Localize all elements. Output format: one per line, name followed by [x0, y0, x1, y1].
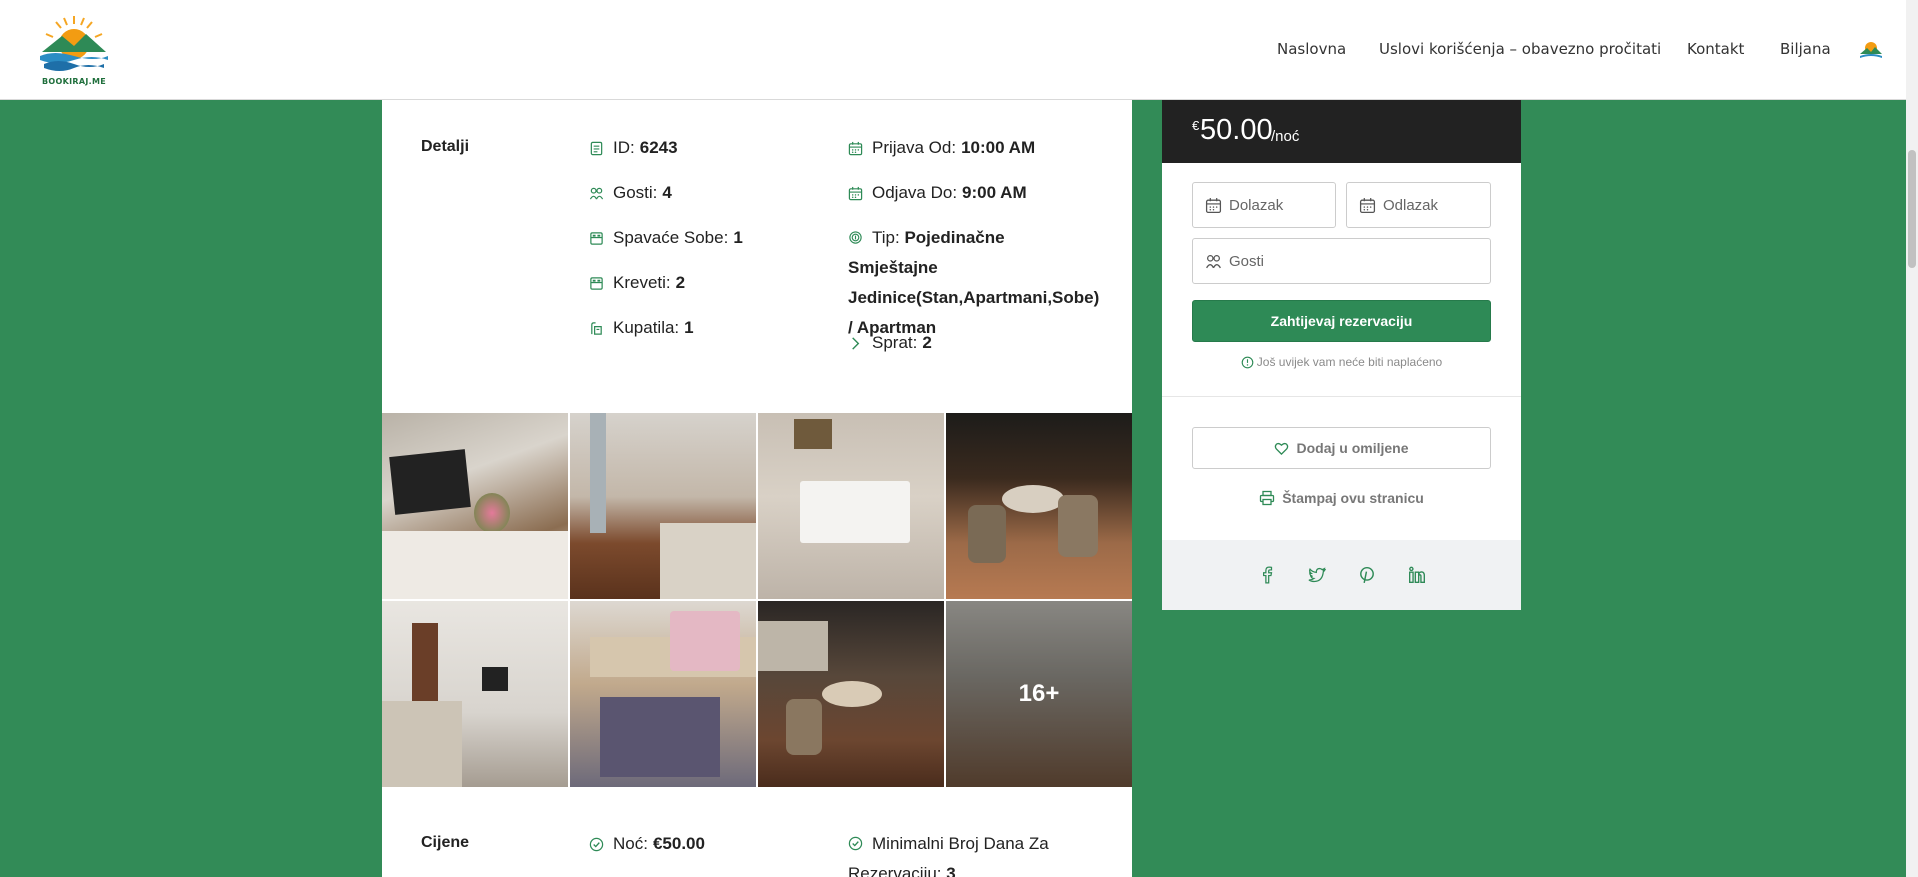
page-scrollbar[interactable]	[1906, 0, 1918, 877]
detail-baths-label: Kupatila:	[613, 318, 680, 337]
calendar-icon	[848, 141, 863, 155]
site-logo[interactable]: BOOKIRAJ.ME	[34, 14, 114, 90]
detail-checkin-label: Prijava Od:	[872, 138, 957, 157]
detail-checkout: Odjava Do: 9:00 AM	[848, 178, 1027, 208]
arrival-placeholder: Dolazak	[1229, 196, 1284, 214]
detail-id-label: ID:	[613, 138, 635, 157]
gallery-photo-more[interactable]: 16+	[946, 601, 1132, 787]
heart-icon	[1275, 442, 1289, 455]
calendar-icon	[1359, 197, 1376, 213]
gallery-more-count[interactable]: 16+	[946, 601, 1132, 787]
detail-floor: Sprat: 2	[848, 328, 932, 358]
print-page-link[interactable]: Štampaj ovu stranicu	[1162, 490, 1521, 506]
document-icon	[590, 141, 603, 155]
detail-guests-value: 4	[662, 183, 672, 202]
arrival-date-field[interactable]: Dolazak	[1192, 182, 1336, 228]
fingerprint-icon	[849, 231, 862, 244]
calendar-icon	[1205, 197, 1222, 213]
print-page-label: Štampaj ovu stranicu	[1282, 490, 1424, 506]
detail-checkout-label: Odjava Do:	[872, 183, 958, 202]
detail-floor-value: 2	[922, 333, 932, 352]
gallery-photo[interactable]	[570, 601, 756, 787]
price-amount: 50.00	[1200, 114, 1273, 146]
departure-placeholder: Odlazak	[1383, 196, 1439, 214]
detail-bedrooms: Spavaće Sobe: 1	[589, 223, 743, 253]
pinterest-icon[interactable]	[1358, 566, 1376, 584]
detail-checkout-value: 9:00 AM	[962, 183, 1027, 202]
site-header: BOOKIRAJ.ME Naslovna Uslovi korišćenja –…	[0, 0, 1906, 100]
gallery-photo[interactable]	[758, 601, 944, 787]
detail-id-value: 6243	[639, 138, 678, 157]
no-charge-text: Još uvijek vam neće biti naplaćeno	[1256, 355, 1443, 369]
check-circle-icon	[589, 837, 604, 851]
nav-user[interactable]: Biljana	[1780, 40, 1831, 58]
twitter-icon[interactable]	[1308, 566, 1326, 584]
detail-checkin-value: 10:00 AM	[961, 138, 1036, 157]
bathtub-icon	[591, 321, 602, 335]
guests-icon	[1206, 254, 1221, 268]
price-header: € 50.00 /noć	[1162, 100, 1521, 163]
detail-baths-value: 1	[684, 318, 694, 337]
gallery-photo[interactable]	[758, 413, 944, 599]
logo-text: BOOKIRAJ.ME	[42, 77, 106, 86]
no-charge-note: Još uvijek vam neće biti naplaćeno	[1162, 355, 1521, 369]
detail-baths: Kupatila: 1	[589, 313, 694, 343]
linkedin-icon[interactable]	[1408, 566, 1426, 584]
price-night: Noć: €50.00	[589, 829, 705, 859]
bed-icon	[590, 276, 603, 290]
bed-icon	[590, 231, 603, 245]
nav-home[interactable]: Naslovna	[1277, 40, 1346, 58]
departure-date-field[interactable]: Odlazak	[1346, 182, 1491, 228]
booking-widget: € 50.00 /noć Dolazak Odlazak Gosti Zahti…	[1162, 100, 1521, 610]
gallery-photo[interactable]	[382, 413, 568, 599]
user-avatar[interactable]	[1856, 36, 1886, 66]
nav-terms[interactable]: Uslovi korišćenja – obavezno pročitati	[1379, 40, 1661, 58]
price-per: /noć	[1271, 128, 1300, 145]
add-favorite-label: Dodaj u omiljene	[1296, 440, 1409, 456]
detail-guests: Gosti: 4	[589, 178, 672, 208]
sidebar-divider	[1162, 396, 1521, 397]
price-night-label: Noć:	[613, 834, 648, 853]
gallery-photo[interactable]	[946, 413, 1132, 599]
calendar-icon	[848, 186, 863, 200]
price-min-days-value: 3	[946, 864, 956, 877]
gallery-photo[interactable]	[382, 601, 568, 787]
chevron-right-icon	[852, 336, 860, 350]
guests-field[interactable]: Gosti	[1192, 238, 1491, 284]
detail-floor-label: Sprat:	[872, 333, 918, 352]
photo-gallery: 16+	[382, 413, 1132, 789]
detail-bedrooms-label: Spavaće Sobe:	[613, 228, 729, 247]
gallery-photo[interactable]	[570, 413, 756, 599]
scrollbar-thumb[interactable]	[1908, 150, 1916, 268]
request-reservation-button[interactable]: Zahtijevaj rezervaciju	[1192, 300, 1491, 342]
printer-icon	[1260, 490, 1275, 506]
check-circle-icon	[848, 836, 863, 851]
nav-contact[interactable]: Kontakt	[1687, 40, 1744, 58]
price-min-days: Minimalni Broj Dana Za Rezervaciju: 3	[848, 829, 1078, 877]
detail-beds-label: Kreveti:	[613, 273, 671, 292]
price-night-value: €50.00	[652, 834, 705, 853]
prices-heading: Cijene	[421, 834, 470, 851]
facebook-icon[interactable]	[1258, 566, 1276, 584]
detail-bedrooms-value: 1	[733, 228, 743, 247]
detail-checkin: Prijava Od: 10:00 AM	[848, 133, 1035, 163]
price-currency: €	[1192, 118, 1200, 133]
details-heading: Detalji	[421, 138, 470, 155]
detail-beds: Kreveti: 2	[589, 268, 685, 298]
clock-icon	[1241, 356, 1254, 368]
detail-beds-value: 2	[675, 273, 686, 292]
guests-icon	[589, 187, 604, 199]
guests-placeholder: Gosti	[1229, 252, 1265, 270]
detail-type-label: Tip:	[872, 228, 900, 247]
logo-image	[40, 16, 108, 71]
detail-type: Tip: Pojedinačne Smještajne Jedinice(Sta…	[848, 223, 1099, 343]
social-share-bar	[1162, 540, 1521, 610]
detail-guests-label: Gosti:	[613, 183, 658, 202]
detail-id: ID: 6243	[589, 133, 678, 163]
add-favorite-button[interactable]: Dodaj u omiljene	[1192, 427, 1491, 469]
